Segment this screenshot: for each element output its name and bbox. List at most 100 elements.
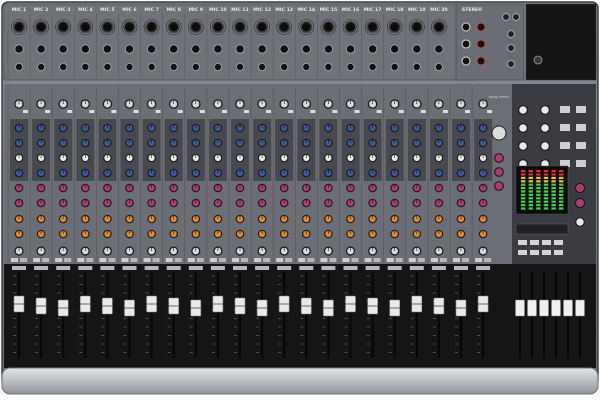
aux-return-jack[interactable] xyxy=(507,30,515,38)
line-input-jack-9[interactable] xyxy=(191,44,201,54)
solo-button[interactable] xyxy=(395,258,403,262)
insert-jack-16[interactable] xyxy=(346,63,355,72)
insert-jack-17[interactable] xyxy=(368,63,377,72)
mute-button[interactable] xyxy=(298,258,306,262)
mute-button[interactable] xyxy=(11,258,18,262)
master-fader-cap[interactable] xyxy=(563,299,573,317)
low-cut-button[interactable] xyxy=(266,110,272,113)
mute-button[interactable] xyxy=(408,258,416,262)
solo-button[interactable] xyxy=(108,258,116,262)
master-fader-cap[interactable] xyxy=(551,299,561,317)
insert-jack-12[interactable] xyxy=(258,63,267,72)
aux-master-knob[interactable] xyxy=(517,141,528,152)
line-input-jack-18[interactable] xyxy=(390,44,400,54)
mute-button[interactable] xyxy=(209,258,217,262)
line-input-jack-14[interactable] xyxy=(301,44,311,54)
solo-button[interactable] xyxy=(130,258,138,262)
solo-button[interactable] xyxy=(484,258,492,262)
low-cut-button[interactable] xyxy=(89,110,95,113)
subgroup-button[interactable] xyxy=(518,250,527,255)
mute-button[interactable] xyxy=(165,258,173,262)
line-input-jack-8[interactable] xyxy=(169,44,179,54)
aux-return-jack[interactable] xyxy=(502,13,510,21)
mute-button[interactable] xyxy=(320,258,328,262)
low-cut-button[interactable] xyxy=(398,110,404,113)
master-fader-cap[interactable] xyxy=(539,299,549,317)
mute-button[interactable] xyxy=(55,258,63,262)
solo-button[interactable] xyxy=(351,258,359,262)
solo-button[interactable] xyxy=(218,258,226,262)
line-input-jack-10[interactable] xyxy=(213,44,223,54)
aux-return-jack[interactable] xyxy=(512,13,520,21)
mute-button[interactable] xyxy=(276,258,284,262)
low-cut-button[interactable] xyxy=(67,110,73,113)
insert-jack-14[interactable] xyxy=(302,63,311,72)
low-cut-button[interactable] xyxy=(23,110,28,113)
aux-master-button[interactable] xyxy=(560,124,570,131)
solo-button[interactable] xyxy=(241,258,248,262)
mute-button[interactable] xyxy=(342,258,350,262)
phones-level-knob[interactable] xyxy=(575,217,585,227)
low-cut-button[interactable] xyxy=(177,110,183,113)
aux-master-knob[interactable] xyxy=(517,122,528,133)
aux-master-knob[interactable] xyxy=(539,141,550,152)
insert-jack-9[interactable] xyxy=(191,63,200,72)
solo-button[interactable] xyxy=(285,258,293,262)
low-cut-button[interactable] xyxy=(332,110,338,113)
master-fader-cap[interactable] xyxy=(575,299,585,317)
line-input-jack-20[interactable] xyxy=(434,44,444,54)
solo-button[interactable] xyxy=(196,258,204,262)
subgroup-button[interactable] xyxy=(554,250,563,255)
solo-button[interactable] xyxy=(307,258,315,262)
low-cut-button[interactable] xyxy=(221,110,227,113)
low-cut-button[interactable] xyxy=(155,110,161,113)
aux-return-jack[interactable] xyxy=(507,60,515,68)
stereo-input-jack[interactable] xyxy=(476,56,486,66)
low-cut-button[interactable] xyxy=(442,110,448,113)
mute-button[interactable] xyxy=(33,258,41,262)
mute-button[interactable] xyxy=(453,258,460,262)
stereo-input-jack[interactable] xyxy=(461,56,471,66)
low-cut-button[interactable] xyxy=(133,110,139,113)
fx-return-knob[interactable] xyxy=(494,181,504,191)
fx-program-knob[interactable] xyxy=(491,125,507,141)
line-input-jack-19[interactable] xyxy=(412,44,422,54)
solo-button[interactable] xyxy=(417,258,425,262)
subgroup-button[interactable] xyxy=(542,250,551,255)
aux-master-button[interactable] xyxy=(576,106,586,113)
fx-return-knob[interactable] xyxy=(494,167,504,177)
low-cut-button[interactable] xyxy=(244,110,249,113)
low-cut-button[interactable] xyxy=(288,110,294,113)
mute-button[interactable] xyxy=(99,258,107,262)
solo-button[interactable] xyxy=(263,258,271,262)
mute-button[interactable] xyxy=(254,258,262,262)
mute-button[interactable] xyxy=(143,258,151,262)
insert-jack-2[interactable] xyxy=(37,63,46,72)
insert-jack-20[interactable] xyxy=(434,63,443,72)
line-input-jack-3[interactable] xyxy=(58,44,68,54)
aux-return-jack[interactable] xyxy=(507,44,515,52)
subgroup-button[interactable] xyxy=(518,240,527,245)
subgroup-button[interactable] xyxy=(530,250,539,255)
insert-jack-5[interactable] xyxy=(103,63,112,72)
solo-button[interactable] xyxy=(373,258,381,262)
line-input-jack-2[interactable] xyxy=(36,44,46,54)
master-fader-cap[interactable] xyxy=(515,299,525,317)
mute-button[interactable] xyxy=(77,258,85,262)
line-input-jack-1[interactable] xyxy=(14,44,24,54)
solo-button[interactable] xyxy=(462,258,469,262)
low-cut-button[interactable] xyxy=(420,110,426,113)
aux-master-knob[interactable] xyxy=(539,104,550,115)
insert-jack-3[interactable] xyxy=(59,63,68,72)
line-input-jack-15[interactable] xyxy=(323,44,333,54)
line-input-jack-12[interactable] xyxy=(257,44,267,54)
insert-jack-10[interactable] xyxy=(213,63,222,72)
mute-button[interactable] xyxy=(475,258,483,262)
line-input-jack-7[interactable] xyxy=(147,44,157,54)
solo-button[interactable] xyxy=(64,258,72,262)
insert-jack-7[interactable] xyxy=(147,63,156,72)
fx-return-knob[interactable] xyxy=(494,153,504,163)
solo-button[interactable] xyxy=(20,258,27,262)
mute-button[interactable] xyxy=(187,258,195,262)
insert-jack-13[interactable] xyxy=(280,63,289,72)
